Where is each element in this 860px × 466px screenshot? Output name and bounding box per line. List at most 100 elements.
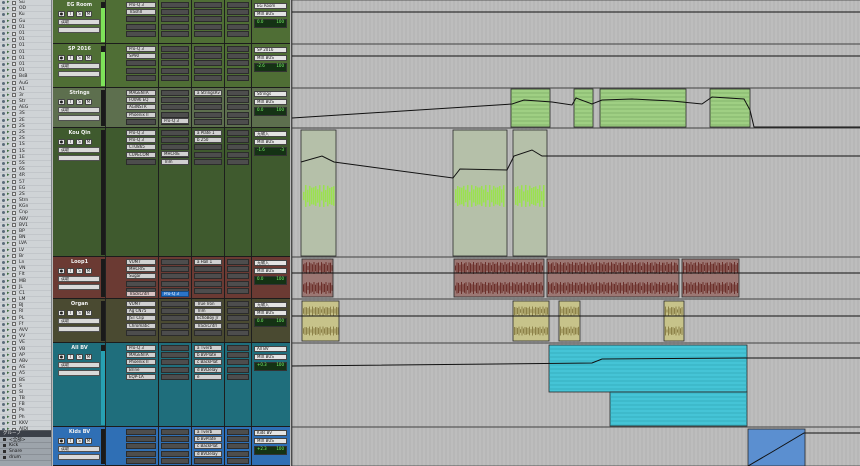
send-slot[interactable]: TrackCntrl [194, 322, 222, 329]
visibility-dot-icon[interactable] [2, 378, 5, 382]
visibility-dot-icon[interactable] [2, 192, 5, 196]
insert-slot[interactable] [161, 345, 189, 351]
send-slot[interactable] [194, 118, 222, 125]
track-checkbox[interactable] [12, 303, 16, 308]
record-button[interactable]: ● [58, 310, 65, 316]
track-checkbox[interactable] [12, 254, 16, 259]
track-checkbox[interactable] [12, 316, 16, 321]
insert-slot[interactable] [126, 450, 156, 457]
output-select[interactable]: MIX BUS [254, 310, 287, 316]
insert-slot[interactable]: AGINSTR [126, 104, 156, 111]
input-select[interactable]: 无输入 [254, 302, 287, 308]
automation-mode-select[interactable]: 读取 [58, 147, 100, 153]
visibility-dot-icon[interactable] [2, 341, 5, 345]
track-checkbox[interactable] [12, 204, 16, 209]
output-select[interactable]: MIX BUS [254, 268, 287, 274]
send-slot[interactable] [227, 266, 249, 273]
insert-slot[interactable] [161, 301, 189, 307]
visibility-dot-icon[interactable] [2, 260, 5, 264]
send-slot[interactable] [227, 429, 249, 435]
send-slot[interactable] [194, 2, 222, 8]
visibility-dot-icon[interactable] [2, 236, 5, 240]
group-select[interactable] [58, 370, 100, 376]
send-slot[interactable]: d BVDelay [194, 366, 222, 373]
visibility-dot-icon[interactable] [2, 69, 5, 73]
send-slot[interactable] [227, 322, 249, 329]
send-slot[interactable] [227, 450, 249, 457]
send-slot[interactable] [227, 23, 249, 30]
record-button[interactable]: ● [58, 438, 65, 444]
visibility-dot-icon[interactable] [2, 267, 5, 271]
visibility-dot-icon[interactable] [2, 254, 5, 258]
visibility-dot-icon[interactable] [2, 230, 5, 234]
track-checkbox[interactable] [12, 6, 16, 11]
send-slot[interactable] [227, 67, 249, 74]
insert-slot[interactable] [126, 280, 156, 287]
insert-slot[interactable] [161, 352, 189, 359]
insert-slot[interactable] [161, 137, 189, 144]
track-checkbox[interactable] [12, 384, 16, 389]
insert-slot[interactable] [126, 67, 156, 74]
insert-slot[interactable] [126, 158, 156, 165]
mute-button[interactable]: M [85, 354, 92, 360]
track-checkbox[interactable] [12, 142, 16, 147]
visibility-dot-icon[interactable] [2, 161, 5, 165]
insert-slot[interactable]: VUM7 [126, 259, 156, 265]
track-name[interactable]: Kou Qin [57, 130, 102, 137]
record-button[interactable]: ● [58, 11, 65, 17]
track-name[interactable]: Loop1 [57, 259, 102, 266]
mute-button[interactable]: M [85, 268, 92, 274]
send-slot[interactable] [194, 53, 222, 60]
insert-slot[interactable] [161, 266, 189, 273]
send-slot[interactable] [227, 137, 249, 144]
audio-clip[interactable] [512, 300, 550, 342]
visibility-dot-icon[interactable] [2, 223, 5, 227]
insert-slot[interactable] [161, 329, 189, 336]
track-name[interactable]: All BV [57, 345, 102, 352]
insert-slot[interactable]: MHCRIE [161, 151, 189, 157]
track-checkbox[interactable] [12, 359, 16, 364]
visibility-dot-icon[interactable] [2, 93, 5, 97]
solo-button[interactable]: S [76, 354, 83, 360]
visibility-dot-icon[interactable] [2, 285, 5, 289]
output-select[interactable]: MIX BUS [254, 139, 287, 145]
track-header[interactable]: All BV ● I S M 读取 Pro-Q 3 MAGENTA Phoenix II Brin… [53, 343, 290, 427]
send-slot[interactable] [194, 23, 222, 30]
insert-slot[interactable] [161, 130, 189, 136]
send-slot[interactable] [227, 259, 249, 265]
send-slot[interactable] [227, 301, 249, 307]
visibility-dot-icon[interactable] [2, 168, 5, 172]
track-checkbox[interactable] [12, 173, 16, 178]
automation-mode-select[interactable]: 读取 [58, 362, 100, 368]
insert-slot[interactable] [161, 104, 189, 111]
track-checkbox[interactable] [12, 378, 16, 383]
volume-pan-display[interactable]: 0.0 100 [254, 107, 287, 116]
output-select[interactable]: MIX BUS [254, 99, 287, 105]
send-slot[interactable] [194, 60, 222, 67]
track-checkbox[interactable] [12, 180, 16, 185]
track-name[interactable]: Strings [57, 90, 102, 97]
visibility-dot-icon[interactable] [2, 19, 5, 23]
visibility-dot-icon[interactable] [2, 75, 5, 79]
insert-slot[interactable] [161, 457, 189, 464]
send-slot[interactable] [227, 130, 249, 136]
output-select[interactable]: MIX BUS [254, 354, 287, 360]
visibility-dot-icon[interactable] [2, 322, 5, 326]
track-checkbox[interactable] [12, 25, 16, 30]
insert-slot[interactable]: Pro-Q 3 [126, 46, 156, 52]
volume-pan-display[interactable]: 0.0 100 [254, 276, 287, 285]
track-name[interactable]: Kids BV [57, 429, 102, 436]
insert-slot[interactable] [161, 16, 189, 23]
input-select[interactable]: All BV [254, 346, 287, 352]
insert-slot[interactable] [161, 53, 189, 60]
insert-slot[interactable] [126, 457, 156, 464]
audio-clip[interactable] [558, 300, 581, 342]
input-select[interactable]: 无输入 [254, 131, 287, 137]
visibility-dot-icon[interactable] [2, 279, 5, 283]
visibility-dot-icon[interactable] [2, 335, 5, 339]
track-checkbox[interactable] [12, 396, 16, 401]
visibility-dot-icon[interactable] [2, 118, 5, 122]
track-checkbox[interactable] [12, 118, 16, 123]
visibility-dot-icon[interactable] [2, 137, 5, 141]
group-row[interactable]: drum [0, 455, 51, 461]
